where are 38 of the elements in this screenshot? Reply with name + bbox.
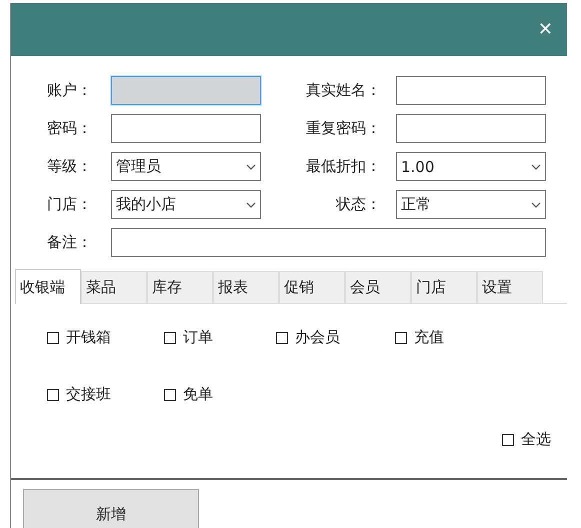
- field-label: 账户：: [47, 81, 93, 100]
- checkbox[interactable]: 充值: [395, 326, 495, 349]
- input-field[interactable]: [111, 114, 261, 143]
- caret-icon: [246, 164, 256, 170]
- tab[interactable]: 门店: [411, 271, 477, 303]
- checkbox[interactable]: 订单: [164, 326, 276, 349]
- dropdown[interactable]: 1.00: [396, 152, 546, 181]
- tab[interactable]: 设置: [477, 271, 543, 303]
- tab[interactable]: 收银端: [15, 269, 81, 304]
- field-label: 重复密码：: [305, 119, 382, 138]
- add-button[interactable]: 新增: [23, 489, 199, 528]
- field-label: 最低折扣：: [305, 157, 382, 176]
- dropdown[interactable]: 正常: [396, 190, 546, 219]
- tab[interactable]: 菜品: [81, 271, 147, 303]
- field-label: 状态：: [334, 195, 382, 214]
- checkbox[interactable]: 全选: [502, 428, 551, 451]
- tab[interactable]: 促销: [279, 271, 345, 303]
- dropdown[interactable]: 管理员: [111, 152, 261, 181]
- field-label: 真实姓名：: [305, 81, 382, 100]
- tab[interactable]: 报表: [213, 271, 279, 303]
- tab[interactable]: 库存: [147, 271, 213, 303]
- field-label: 备注：: [47, 233, 93, 252]
- checkbox[interactable]: 免单: [164, 383, 276, 406]
- tab[interactable]: 会员: [345, 271, 411, 303]
- checkbox[interactable]: 交接班: [47, 383, 164, 406]
- caret-icon: [531, 164, 541, 170]
- field-label: 门店：: [47, 195, 93, 214]
- input-field[interactable]: [396, 76, 546, 105]
- dropdown[interactable]: 我的小店: [111, 190, 261, 219]
- caret-icon: [246, 202, 256, 208]
- checkbox[interactable]: 办会员: [276, 326, 395, 349]
- caret-icon: [531, 202, 541, 208]
- input-field[interactable]: [111, 228, 546, 257]
- field-label: 密码：: [47, 119, 93, 138]
- input-field[interactable]: [396, 114, 546, 143]
- close-button[interactable]: ✕: [536, 19, 555, 40]
- field-label: 等级：: [47, 157, 93, 176]
- checkbox[interactable]: 开钱箱: [47, 326, 164, 349]
